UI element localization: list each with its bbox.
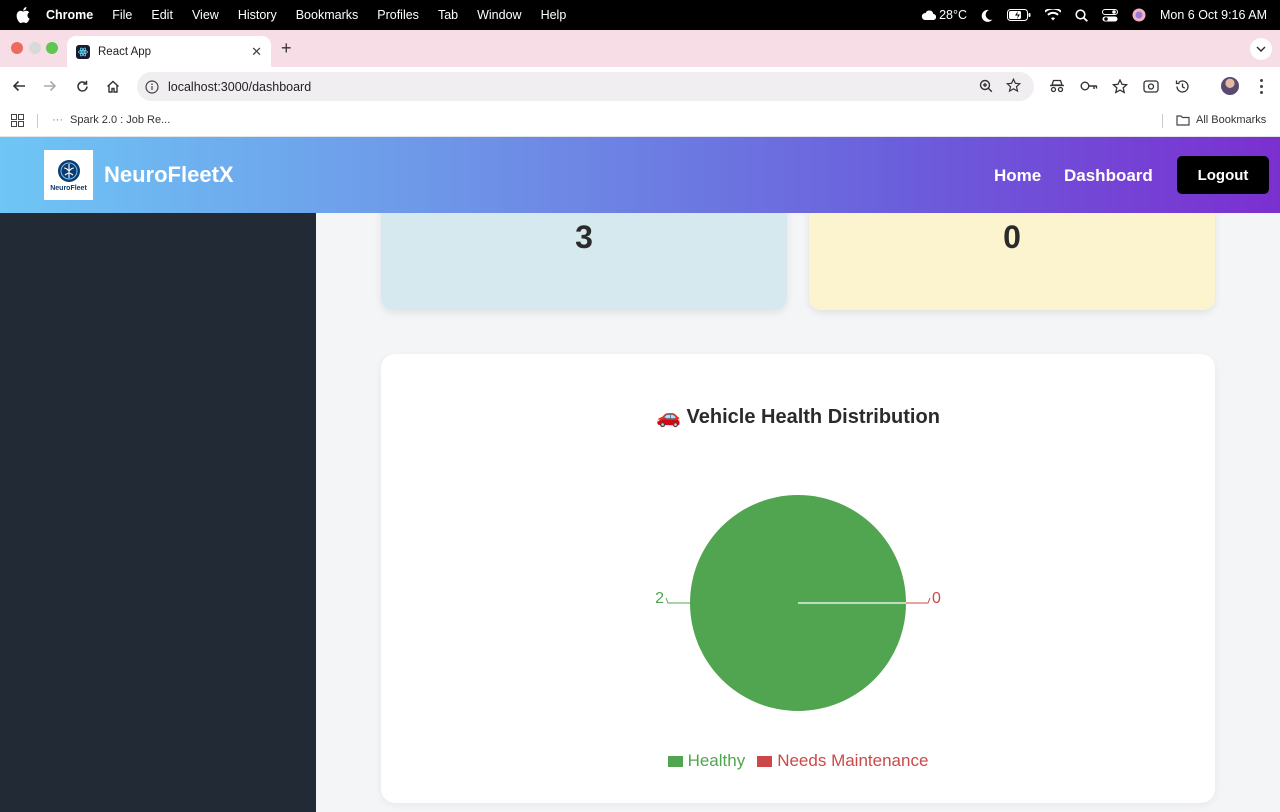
bookmarks-bar: ··· Spark 2.0 : Job Re... All Bookmarks [0,105,1280,137]
pie-value-label: 0 [932,590,941,607]
menu-help[interactable]: Help [541,8,567,22]
menu-window[interactable]: Window [477,8,521,22]
all-bookmarks-button[interactable]: All Bookmarks [1176,114,1266,126]
nav-home-link[interactable]: Home [994,166,1041,186]
battery-icon[interactable] [1007,9,1031,21]
browser-menu-icon[interactable] [1257,77,1265,95]
stat-value: 0 [1003,219,1021,255]
moon-icon[interactable] [981,9,993,22]
zoom-icon[interactable] [979,79,993,98]
folder-icon [1176,115,1190,126]
incognito-extension-icon[interactable] [1048,77,1066,95]
bookmark-label: Spark 2.0 : Job Re... [70,114,171,126]
siri-icon[interactable] [1132,8,1146,22]
cloud-icon [921,10,937,20]
pie-chart: 20 [655,495,941,711]
menu-profiles[interactable]: Profiles [377,8,419,22]
brain-logo-icon [57,159,80,182]
logout-button[interactable]: Logout [1177,156,1269,194]
menu-edit[interactable]: Edit [151,8,173,22]
dashboard-main: 3 0 🚗 Vehicle Health Distribution 20 Hea… [316,213,1280,812]
bookmarks-divider-right [1162,114,1163,128]
bookmarks-divider [37,114,38,128]
screenshot-extension-icon[interactable] [1142,77,1160,95]
reload-icon[interactable] [73,77,91,95]
site-info-icon[interactable] [145,79,159,94]
new-tab-icon[interactable]: + [281,38,292,59]
menu-tab[interactable]: Tab [438,8,458,22]
profile-avatar[interactable] [1221,77,1239,95]
menubar-clock[interactable]: Mon 6 Oct 9:16 AM [1160,8,1267,22]
menu-file[interactable]: File [112,8,132,22]
app-logo[interactable]: NeuroFleet [44,150,93,200]
favorites-star-icon[interactable] [1111,77,1129,95]
forward-arrow-icon[interactable] [41,77,59,95]
tab-search-icon[interactable] [1250,38,1272,60]
stat-value: 3 [575,219,593,255]
vehicle-health-chart-card: 🚗 Vehicle Health Distribution 20 Healthy… [381,354,1215,803]
nav-dashboard-link[interactable]: Dashboard [1064,166,1153,186]
browser-tab-active[interactable]: React App ✕ [67,36,271,67]
legend-item-maintenance[interactable]: Needs Maintenance [757,751,928,771]
all-bookmarks-label: All Bookmarks [1196,114,1267,126]
menu-bookmarks[interactable]: Bookmarks [296,8,359,22]
home-icon[interactable] [104,77,122,95]
tab-close-icon[interactable]: ✕ [251,44,262,60]
window-close-button[interactable] [11,42,23,54]
window-minimize-button[interactable] [29,42,41,54]
app-header: NeuroFleet NeuroFleetX Home Dashboard Lo… [0,137,1280,213]
legend-swatch-healthy [667,755,683,767]
legend-label-maintenance: Needs Maintenance [777,751,929,770]
bookmark-star-icon[interactable] [1005,77,1022,98]
weather-temp: 28°C [939,8,967,22]
pie-value-label: 2 [655,590,664,607]
menu-view[interactable]: View [192,8,219,22]
logo-text: NeuroFleet [50,184,87,192]
window-maximize-button[interactable] [46,42,58,54]
legend-label-healthy: Healthy [687,751,746,770]
password-key-icon[interactable] [1080,77,1098,95]
bookmark-favicon-icon: ··· [52,114,63,126]
stat-card-total: 3 [381,213,787,310]
wifi-icon[interactable] [1045,9,1061,21]
apple-icon[interactable] [16,7,32,23]
weather-status[interactable]: 28°C [921,8,967,22]
pie-leader-line [906,597,931,604]
tab-title: React App [98,45,152,58]
control-center-icon[interactable] [1102,8,1118,22]
spotlight-search-icon[interactable] [1075,8,1088,22]
react-favicon-icon [76,44,90,59]
legend-swatch-maintenance [757,755,773,767]
menu-history[interactable]: History [238,8,277,22]
brand-title: NeuroFleetX [104,162,234,187]
address-bar[interactable]: localhost:3000/dashboard [137,72,1034,101]
menu-app-name[interactable]: Chrome [46,8,93,22]
pie-leader-line [665,597,690,604]
back-arrow-icon[interactable] [10,77,28,95]
apps-grid-icon[interactable] [11,114,24,130]
macos-menu-bar: Chrome File Edit View History Bookmarks … [0,0,1280,30]
url-text[interactable]: localhost:3000/dashboard [168,80,311,94]
bookmark-spark[interactable]: ··· Spark 2.0 : Job Re... [52,114,170,126]
history-clock-icon[interactable] [1173,77,1191,95]
chart-legend: Healthy Needs Maintenance [381,751,1215,771]
legend-item-healthy[interactable]: Healthy [667,751,746,771]
stat-card-maintenance: 0 [809,213,1215,310]
sidebar [0,213,316,812]
